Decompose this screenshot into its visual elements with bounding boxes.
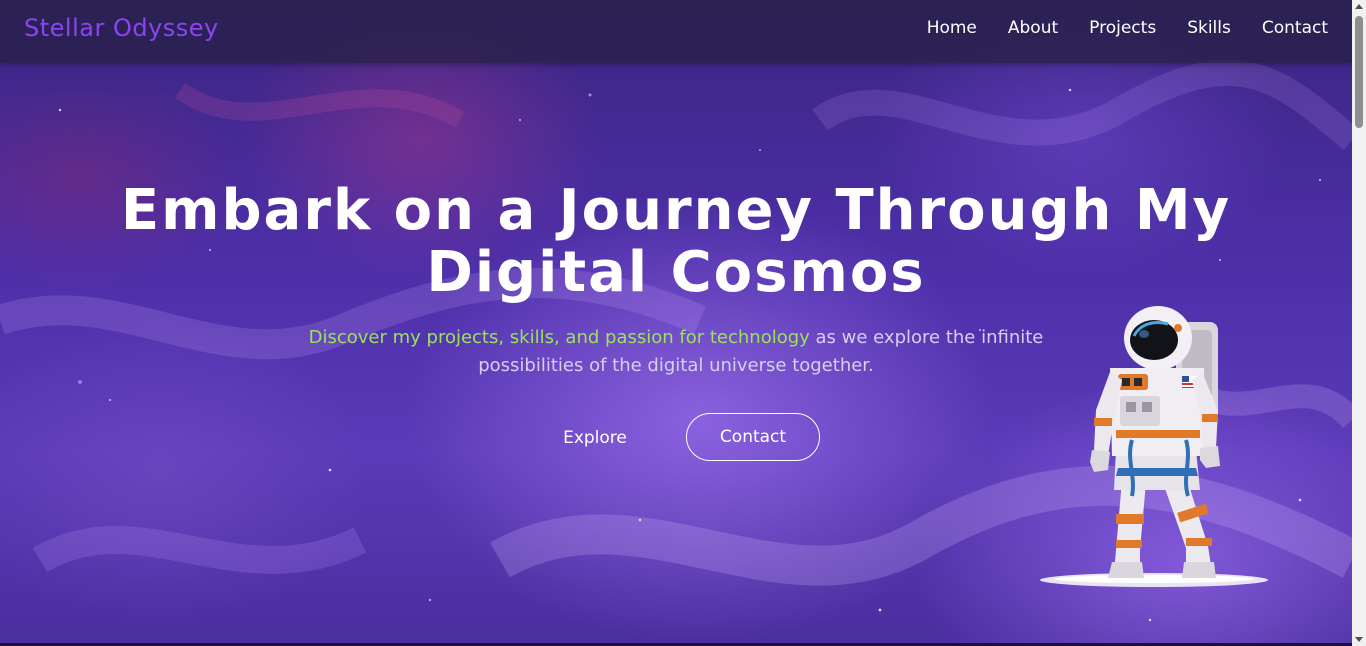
nav-link-contact[interactable]: Contact	[1262, 18, 1328, 38]
brand-logo[interactable]: Stellar Odyssey	[24, 14, 219, 42]
nav-link-about[interactable]: About	[1008, 18, 1058, 38]
scrollbar-thumb[interactable]	[1355, 16, 1363, 128]
hero-title-line1: Embark on a Journey Through My	[120, 178, 1232, 243]
explore-button[interactable]: Explore	[540, 414, 650, 462]
scroll-up-icon[interactable]	[1355, 4, 1363, 9]
page: Stellar Odyssey Home About Projects Skil…	[0, 0, 1366, 646]
astronaut-icon	[1040, 306, 1268, 587]
nav-link-skills[interactable]: Skills	[1187, 18, 1231, 38]
nav-link-projects[interactable]: Projects	[1089, 18, 1156, 38]
hero-title: Embark on a Journey Through My Digital C…	[60, 180, 1292, 304]
nav-links: Home About Projects Skills Contact	[927, 18, 1328, 38]
hero-title-line2: Digital Cosmos	[426, 240, 926, 305]
scrollbar[interactable]	[1352, 0, 1366, 646]
navbar: Stellar Odyssey Home About Projects Skil…	[0, 0, 1352, 63]
hero-subtitle: Discover my projects, skills, and passio…	[276, 324, 1076, 380]
hero-subtitle-highlight: Discover my projects, skills, and passio…	[308, 327, 810, 348]
nav-link-home[interactable]: Home	[927, 18, 977, 38]
scroll-down-icon[interactable]	[1355, 637, 1363, 642]
contact-button[interactable]: Contact	[686, 413, 820, 461]
